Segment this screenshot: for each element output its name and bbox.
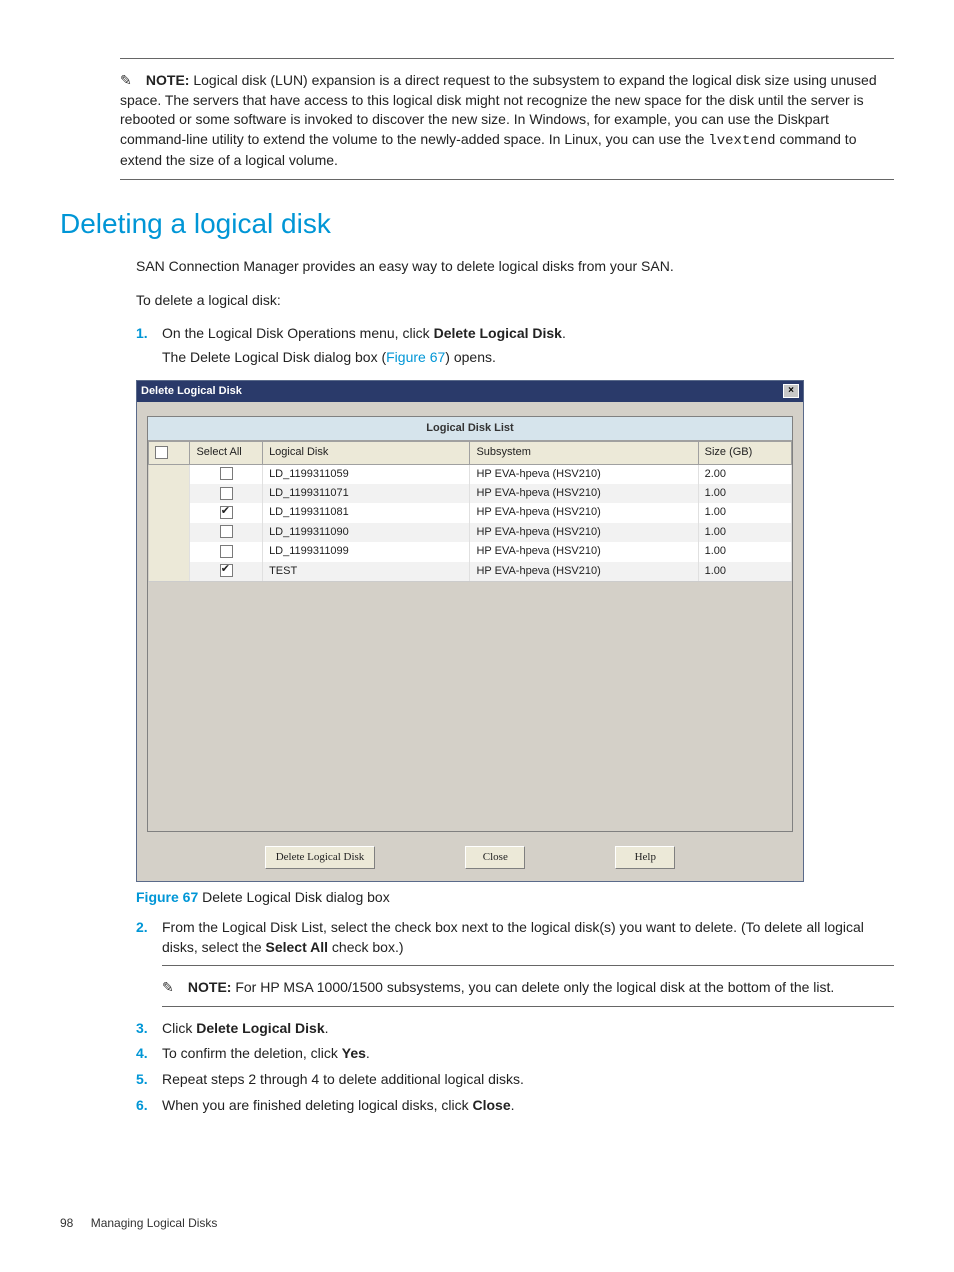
- step-bold: Delete Logical Disk: [434, 325, 562, 341]
- note-text: For HP MSA 1000/1500 subsystems, you can…: [235, 979, 834, 995]
- cell-logical-disk: LD_1199311099: [263, 542, 470, 561]
- table-row[interactable]: LD_1199311071HP EVA-hpeva (HSV210)1.00: [149, 484, 792, 503]
- row-checkbox[interactable]: [220, 506, 233, 519]
- dialog-title: Delete Logical Disk: [141, 384, 242, 399]
- step-2: 2. From the Logical Disk List, select th…: [136, 918, 894, 957]
- step-6: 6. When you are finished deleting logica…: [136, 1096, 894, 1116]
- delete-logical-disk-button[interactable]: Delete Logical Disk: [265, 846, 376, 869]
- cell-subsystem: HP EVA-hpeva (HSV210): [470, 542, 698, 561]
- section-heading: Deleting a logical disk: [60, 204, 894, 243]
- close-icon[interactable]: ×: [783, 384, 799, 398]
- header-select-all[interactable]: Select All: [190, 442, 263, 464]
- figure-link[interactable]: Figure 67: [386, 349, 445, 365]
- cell-size: 1.00: [698, 523, 791, 542]
- cell-subsystem: HP EVA-hpeva (HSV210): [470, 523, 698, 542]
- logical-disk-table: Select All Logical Disk Subsystem Size (…: [148, 441, 792, 581]
- lead-text: To delete a logical disk:: [136, 291, 894, 311]
- cell-logical-disk: LD_1199311081: [263, 503, 470, 522]
- cell-size: 2.00: [698, 464, 791, 484]
- cell-subsystem: HP EVA-hpeva (HSV210): [470, 562, 698, 581]
- chapter-title: Managing Logical Disks: [91, 1216, 218, 1230]
- row-checkbox[interactable]: [220, 564, 233, 577]
- close-button[interactable]: Close: [465, 846, 525, 869]
- page-footer: 98 Managing Logical Disks: [60, 1215, 894, 1232]
- cell-size: 1.00: [698, 503, 791, 522]
- cell-logical-disk: LD_1199311059: [263, 464, 470, 484]
- row-checkbox[interactable]: [220, 545, 233, 558]
- cell-logical-disk: LD_1199311090: [263, 523, 470, 542]
- cell-size: 1.00: [698, 484, 791, 503]
- help-button[interactable]: Help: [615, 846, 675, 869]
- cell-subsystem: HP EVA-hpeva (HSV210): [470, 484, 698, 503]
- step-4: 4. To confirm the deletion, click Yes.: [136, 1044, 894, 1064]
- row-checkbox[interactable]: [220, 525, 233, 538]
- table-row[interactable]: LD_1199311099HP EVA-hpeva (HSV210)1.00: [149, 542, 792, 561]
- cell-logical-disk: LD_1199311071: [263, 484, 470, 503]
- note-icon: ✎: [120, 71, 136, 91]
- page-number: 98: [60, 1215, 73, 1232]
- cell-size: 1.00: [698, 542, 791, 561]
- step-number: 2.: [136, 918, 148, 938]
- step-1: 1. On the Logical Disk Operations menu, …: [136, 324, 894, 367]
- table-row[interactable]: LD_1199311090HP EVA-hpeva (HSV210)1.00: [149, 523, 792, 542]
- step-text: On the Logical Disk Operations menu, cli…: [162, 325, 434, 341]
- row-checkbox[interactable]: [220, 487, 233, 500]
- step-number: 1.: [136, 324, 148, 344]
- table-row[interactable]: LD_1199311059HP EVA-hpeva (HSV210)2.00: [149, 464, 792, 484]
- table-row[interactable]: LD_1199311081HP EVA-hpeva (HSV210)1.00: [149, 503, 792, 522]
- intro-text: SAN Connection Manager provides an easy …: [136, 257, 894, 277]
- figure-label: Figure 67: [136, 889, 198, 905]
- header-size[interactable]: Size (GB): [698, 442, 791, 464]
- cell-logical-disk: TEST: [263, 562, 470, 581]
- note-icon: ✎: [162, 978, 178, 998]
- select-all-checkbox[interactable]: [155, 446, 168, 459]
- note-code: lvextend: [708, 133, 775, 149]
- step-3: 3. Click Delete Logical Disk.: [136, 1019, 894, 1039]
- header-checkbox-col: [149, 442, 190, 464]
- row-checkbox[interactable]: [220, 467, 233, 480]
- note-body: NOTE: Logical disk (LUN) expansion is a …: [120, 72, 877, 168]
- header-logical-disk[interactable]: Logical Disk: [263, 442, 470, 464]
- note-label: NOTE:: [146, 72, 190, 88]
- list-title: Logical Disk List: [148, 417, 792, 441]
- cell-subsystem: HP EVA-hpeva (HSV210): [470, 464, 698, 484]
- header-subsystem[interactable]: Subsystem: [470, 442, 698, 464]
- table-empty-area: [148, 581, 792, 831]
- figure-caption: Figure 67 Delete Logical Disk dialog box: [136, 888, 894, 908]
- table-row[interactable]: TESTHP EVA-hpeva (HSV210)1.00: [149, 562, 792, 581]
- figure-text: Delete Logical Disk dialog box: [198, 889, 389, 905]
- step-5: 5. Repeat steps 2 through 4 to delete ad…: [136, 1070, 894, 1090]
- note-body: NOTE: For HP MSA 1000/1500 subsystems, y…: [188, 979, 834, 995]
- delete-logical-disk-dialog: Delete Logical Disk × Logical Disk List …: [136, 380, 804, 883]
- cell-size: 1.00: [698, 562, 791, 581]
- note-label: NOTE:: [188, 979, 232, 995]
- cell-subsystem: HP EVA-hpeva (HSV210): [470, 503, 698, 522]
